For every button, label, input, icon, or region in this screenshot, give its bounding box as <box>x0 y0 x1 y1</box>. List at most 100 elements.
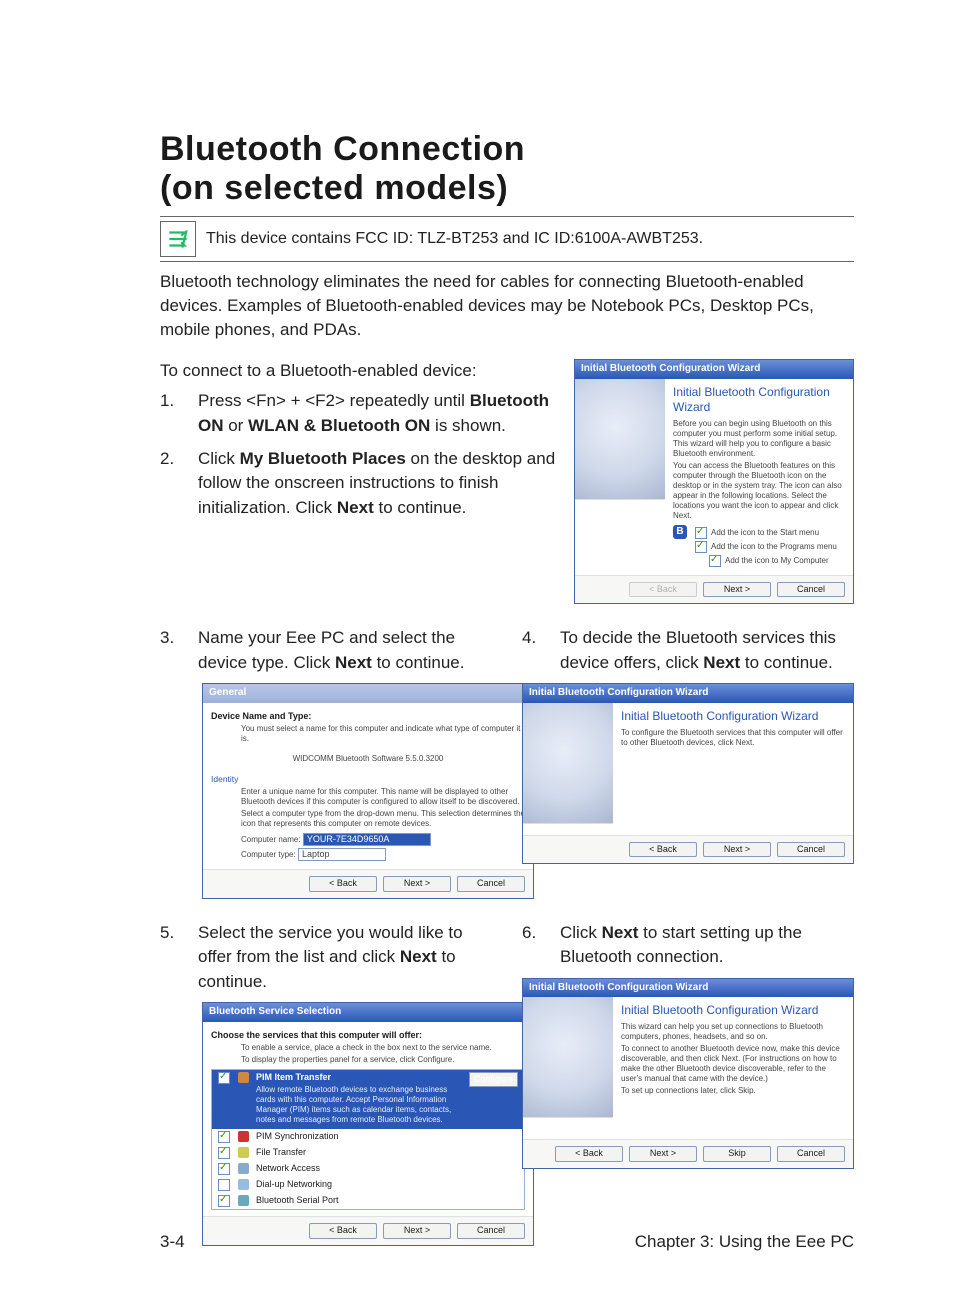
step-number: 5. <box>160 921 180 995</box>
next-button[interactable]: Next > <box>703 582 771 597</box>
identity-label: Identity <box>211 774 525 785</box>
list-item[interactable]: Bluetooth Serial Port <box>212 1193 524 1209</box>
hint-text: Select a computer type from the drop-dow… <box>241 809 525 829</box>
cancel-button[interactable]: Cancel <box>777 582 845 597</box>
section-heading: Device Name and Type: <box>211 711 525 722</box>
bluetooth-icon: B <box>673 525 687 539</box>
window-titlebar: Initial Bluetooth Configuration Wizard <box>523 684 853 703</box>
back-button[interactable]: < Back <box>629 842 697 857</box>
screenshot-service-selection: Bluetooth Service Selection Choose the s… <box>202 1002 534 1245</box>
note-text: This device contains FCC ID: TLZ-BT253 a… <box>206 228 703 250</box>
checkbox[interactable] <box>218 1131 230 1143</box>
list-item[interactable]: PIM Synchronization <box>212 1129 524 1145</box>
page-footer: 3-4 Chapter 3: Using the Eee PC <box>160 1232 854 1252</box>
checkbox[interactable] <box>695 527 707 539</box>
step-text: Name your Eee PC and select the device t… <box>198 626 492 675</box>
checkbox[interactable] <box>218 1179 230 1191</box>
wizard-title: Initial Bluetooth Configuration Wizard <box>621 709 845 724</box>
checkbox[interactable] <box>218 1147 230 1159</box>
service-label: PIM Item Transfer <box>256 1072 331 1082</box>
step-text: Click Next to start setting up the Bluet… <box>560 921 854 970</box>
next-button[interactable]: Next > <box>703 842 771 857</box>
step-number: 1. <box>160 389 180 438</box>
back-button: < Back <box>629 582 697 597</box>
service-label: File Transfer <box>256 1147 306 1158</box>
wizard-title: Initial Bluetooth Configuration Wizard <box>673 385 845 415</box>
intro-paragraph: Bluetooth technology eliminates the need… <box>160 270 854 341</box>
next-button[interactable]: Next > <box>383 876 451 891</box>
checkbox-label: Add the icon to My Computer <box>725 556 829 565</box>
checkbox-label: Add the icon to the Programs menu <box>711 542 837 551</box>
list-item[interactable]: PIM Item Transfer Allow remote Bluetooth… <box>212 1070 524 1129</box>
next-button[interactable]: Next > <box>629 1146 697 1161</box>
list-item[interactable]: File Transfer <box>212 1145 524 1161</box>
service-icon <box>238 1072 249 1083</box>
wizard-globe-graphic <box>575 379 665 500</box>
cancel-button[interactable]: Cancel <box>777 842 845 857</box>
step-text: Press <Fn> + <F2> repeatedly until Bluet… <box>198 389 556 438</box>
step-1: 1. Press <Fn> + <F2> repeatedly until Bl… <box>160 389 556 438</box>
step-4: 4. To decide the Bluetooth services this… <box>522 626 854 675</box>
computer-type-select[interactable]: Laptop <box>298 848 386 861</box>
page-title-line1: Bluetooth Connection <box>160 130 854 169</box>
service-label: Bluetooth Serial Port <box>256 1195 339 1206</box>
back-button[interactable]: < Back <box>555 1146 623 1161</box>
service-icon <box>238 1163 249 1174</box>
list-item[interactable]: Dial-up Networking <box>212 1177 524 1193</box>
wizard-desc: To connect to another Bluetooth device n… <box>621 1044 845 1084</box>
wizard-desc: To set up connections later, click Skip. <box>621 1086 845 1096</box>
hint-text: You must select a name for this computer… <box>241 724 525 744</box>
window-titlebar: Initial Bluetooth Configuration Wizard <box>575 360 853 379</box>
wizard-globe-graphic <box>523 997 613 1118</box>
cancel-button[interactable]: Cancel <box>777 1146 845 1161</box>
service-desc: Allow remote Bluetooth devices to exchan… <box>256 1085 465 1125</box>
checkbox[interactable] <box>695 541 707 553</box>
step-text: Click My Bluetooth Places on the desktop… <box>198 447 556 521</box>
hint-text: Enter a unique name for this computer. T… <box>241 787 525 807</box>
wizard-desc: To configure the Bluetooth services that… <box>621 728 845 748</box>
step-number: 6. <box>522 921 542 970</box>
service-list: PIM Item Transfer Allow remote Bluetooth… <box>211 1069 525 1210</box>
checkbox[interactable] <box>709 555 721 567</box>
note-icon <box>160 221 196 257</box>
lead-sentence: To connect to a Bluetooth-enabled device… <box>160 361 556 381</box>
wizard-title: Initial Bluetooth Configuration Wizard <box>621 1003 845 1018</box>
screenshot-services-intro: Initial Bluetooth Configuration Wizard I… <box>522 683 854 864</box>
service-label: Network Access <box>256 1163 320 1174</box>
checkbox[interactable] <box>218 1072 230 1084</box>
step-number: 4. <box>522 626 542 675</box>
checkbox[interactable] <box>218 1195 230 1207</box>
service-label: Dial-up Networking <box>256 1179 332 1190</box>
list-item[interactable]: Network Access <box>212 1161 524 1177</box>
software-version: WIDCOMM Bluetooth Software 5.5.0.3200 <box>211 754 525 764</box>
wizard-desc: Before you can begin using Bluetooth on … <box>673 419 845 459</box>
checkbox[interactable] <box>218 1163 230 1175</box>
step-2: 2. Click My Bluetooth Places on the desk… <box>160 447 556 521</box>
hint-text: To enable a service, place a check in th… <box>241 1043 525 1053</box>
service-icon <box>238 1131 249 1142</box>
hint-text: To display the properties panel for a se… <box>241 1055 525 1065</box>
service-label: PIM Synchronization <box>256 1131 339 1142</box>
service-icon <box>238 1195 249 1206</box>
field-label: Computer name: <box>241 835 301 844</box>
wizard-globe-graphic <box>523 703 613 824</box>
field-label: Computer type: <box>241 850 296 859</box>
computer-name-input[interactable]: YOUR-7E34D9650A <box>303 833 431 846</box>
step-number: 3. <box>160 626 180 675</box>
configure-button[interactable]: Configure <box>469 1072 518 1087</box>
step-number: 2. <box>160 447 180 521</box>
wizard-desc: This wizard can help you set up connecti… <box>621 1022 845 1042</box>
page-title-line2: (on selected models) <box>160 169 854 208</box>
chapter-title: Chapter 3: Using the Eee PC <box>635 1232 854 1252</box>
cancel-button[interactable]: Cancel <box>457 876 525 891</box>
window-titlebar: Bluetooth Service Selection <box>203 1003 533 1022</box>
skip-button[interactable]: Skip <box>703 1146 771 1161</box>
back-button[interactable]: < Back <box>309 876 377 891</box>
step-text: To decide the Bluetooth services this de… <box>560 626 854 675</box>
manual-page: Bluetooth Connection (on selected models… <box>0 0 954 1316</box>
window-titlebar: Initial Bluetooth Configuration Wizard <box>523 979 853 998</box>
screenshot-device-name: General Device Name and Type: You must s… <box>202 683 534 898</box>
screenshot-wizard-initial: Initial Bluetooth Configuration Wizard I… <box>574 359 854 604</box>
note-callout: This device contains FCC ID: TLZ-BT253 a… <box>160 216 854 262</box>
step-text: Select the service you would like to off… <box>198 921 492 995</box>
